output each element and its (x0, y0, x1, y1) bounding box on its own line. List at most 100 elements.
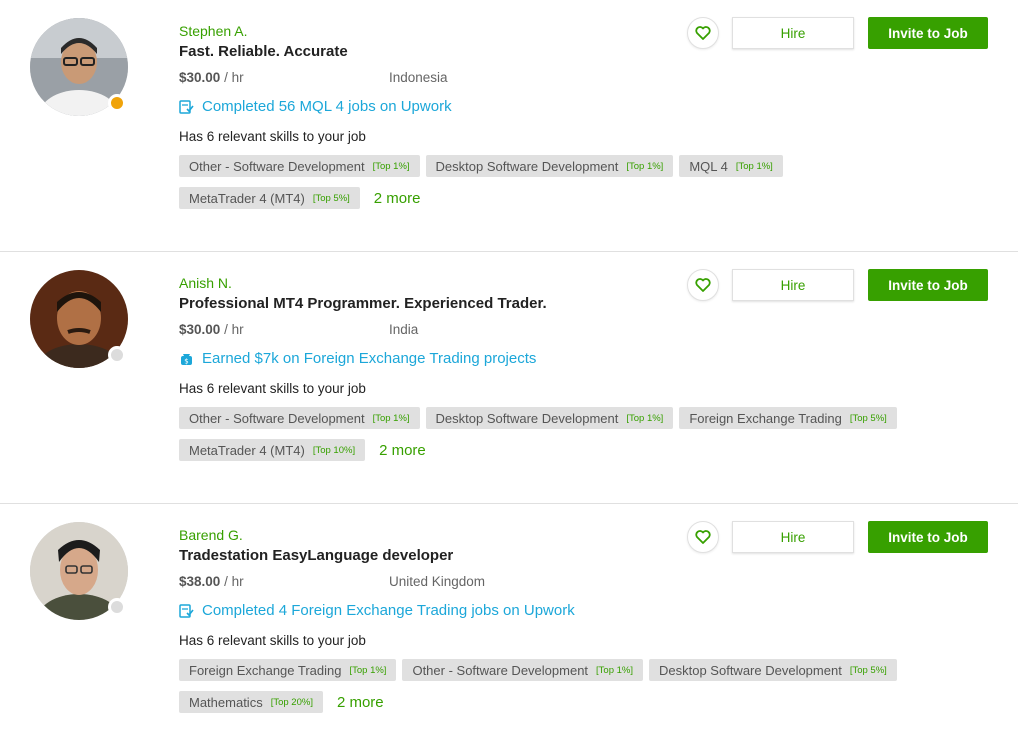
more-skills-link[interactable]: 2 more (374, 190, 421, 207)
skill-tag[interactable]: Desktop Software Development [Top 5%] (649, 659, 897, 681)
freelancer-country: United Kingdom (389, 574, 486, 589)
skill-label: Foreign Exchange Trading (689, 410, 842, 426)
rate-unit: / hr (224, 574, 244, 589)
freelancer-country: Indonesia (389, 70, 448, 85)
hourly-rate: $30.00 / hr (179, 322, 244, 337)
freelancer-card: Barend G. Tradestation EasyLanguage deve… (0, 504, 1018, 753)
skill-tag[interactable]: Other - Software Development [Top 1%] (179, 155, 420, 177)
save-favorite-button[interactable] (687, 17, 719, 49)
skill-tag[interactable]: MetaTrader 4 (MT4) [Top 10%] (179, 439, 366, 461)
skills-count: 6 relevant skills (206, 129, 300, 144)
more-skills-link[interactable]: 2 more (379, 442, 426, 459)
skill-tag[interactable]: Other - Software Development [Top 1%] (179, 407, 420, 429)
freelancer-title: Tradestation EasyLanguage developer (179, 547, 454, 564)
freelancer-title: Professional MT4 Programmer. Experienced… (179, 295, 547, 312)
status-indicator (108, 598, 126, 616)
skill-rank: [Top 5%] (849, 664, 887, 676)
heart-icon (695, 530, 711, 544)
svg-text:$: $ (184, 358, 188, 366)
skill-tags: Foreign Exchange Trading [Top 1%] Other -… (179, 659, 979, 723)
achievement[interactable]: Completed 4 Foreign Exchange Trading job… (179, 602, 575, 619)
skill-rank: [Top 1%] (349, 664, 387, 676)
invite-to-job-button[interactable]: Invite to Job (868, 17, 988, 49)
skill-label: Other - Software Development (189, 410, 365, 426)
skill-rank: [Top 5%] (312, 192, 350, 204)
hire-button[interactable]: Hire (732, 521, 854, 553)
skill-label: Other - Software Development (412, 662, 589, 678)
skill-tag[interactable]: Desktop Software Development [Top 1%] (425, 407, 674, 429)
hourly-rate: $38.00 / hr (179, 574, 244, 589)
freelancer-name[interactable]: Anish N. (179, 275, 232, 291)
heart-icon (695, 26, 711, 40)
skill-label: Desktop Software Development (659, 662, 842, 678)
more-skills-link[interactable]: 2 more (337, 694, 384, 711)
rate-value: $30.00 (179, 70, 221, 85)
skills-prefix: Has (179, 129, 207, 144)
skill-rank: [Top 5%] (849, 412, 887, 424)
skills-suffix: to your job (299, 633, 366, 648)
save-favorite-button[interactable] (687, 521, 719, 553)
skill-rank: [Top 1%] (596, 664, 633, 676)
skill-tags: Other - Software Development [Top 1%] Des… (179, 407, 979, 471)
hire-button[interactable]: Hire (732, 17, 854, 49)
save-favorite-button[interactable] (687, 269, 719, 301)
skill-label: Foreign Exchange Trading (189, 662, 342, 678)
skill-tags: Other - Software Development [Top 1%] Des… (179, 155, 979, 219)
relevant-skills: Has 6 relevant skills to your job (179, 633, 366, 648)
avatar[interactable] (30, 522, 128, 620)
rate-unit: / hr (224, 322, 244, 337)
skill-rank: [Top 1%] (372, 160, 410, 172)
skill-tag[interactable]: MQL 4 [Top 1%] (679, 155, 783, 177)
skill-rank: [Top 1%] (372, 412, 410, 424)
heart-icon (695, 278, 711, 292)
rate-unit: / hr (224, 70, 244, 85)
invite-to-job-button[interactable]: Invite to Job (868, 521, 988, 553)
skill-tag[interactable]: Other - Software Development [Top 1%] (402, 659, 643, 681)
freelancer-name[interactable]: Stephen A. (179, 23, 248, 39)
skill-label: Desktop Software Development (435, 158, 619, 174)
skill-tag[interactable]: Mathematics [Top 20%] (179, 691, 323, 713)
skill-tag[interactable]: Desktop Software Development [Top 1%] (425, 155, 674, 177)
freelancer-card: Stephen A. Fast. Reliable. Accurate $30.… (0, 0, 1018, 252)
hourly-rate: $30.00 / hr (179, 70, 244, 85)
skill-rank: [Top 1%] (626, 160, 664, 172)
achievement-text: Completed 56 MQL 4 jobs on Upwork (202, 98, 452, 115)
avatar[interactable] (30, 270, 128, 368)
freelancer-card: Anish N. Professional MT4 Programmer. Ex… (0, 252, 1018, 504)
skill-tag[interactable]: MetaTrader 4 (MT4) [Top 5%] (179, 187, 360, 209)
rate-value: $30.00 (179, 322, 221, 337)
skill-tag[interactable]: Foreign Exchange Trading [Top 1%] (179, 659, 397, 681)
skill-tag[interactable]: Foreign Exchange Trading [Top 5%] (679, 407, 897, 429)
skills-count: 6 relevant skills (206, 381, 300, 396)
achievement-text: Earned $7k on Foreign Exchange Trading p… (202, 350, 537, 367)
completed-jobs-icon (179, 100, 194, 114)
skills-count: 6 relevant skills (206, 633, 300, 648)
freelancer-title: Fast. Reliable. Accurate (179, 43, 348, 60)
skills-suffix: to your job (299, 129, 366, 144)
skill-label: Desktop Software Development (435, 410, 619, 426)
earnings-icon: $ (181, 354, 192, 366)
skill-label: MetaTrader 4 (MT4) (189, 442, 305, 458)
skill-rank: [Top 1%] (626, 412, 664, 424)
skills-suffix: to your job (299, 381, 366, 396)
invite-to-job-button[interactable]: Invite to Job (868, 269, 988, 301)
skill-label: Other - Software Development (189, 158, 365, 174)
relevant-skills: Has 6 relevant skills to your job (179, 129, 366, 144)
skill-label: MetaTrader 4 (MT4) (189, 190, 305, 206)
completed-jobs-icon (179, 604, 194, 618)
avatar[interactable] (30, 18, 128, 116)
rate-value: $38.00 (179, 574, 221, 589)
skills-prefix: Has (179, 633, 207, 648)
status-indicator (108, 94, 126, 112)
skill-rank: [Top 1%] (735, 160, 773, 172)
hire-button[interactable]: Hire (732, 269, 854, 301)
freelancer-name[interactable]: Barend G. (179, 527, 243, 543)
freelancer-country: India (389, 322, 419, 337)
skills-prefix: Has (179, 381, 207, 396)
achievement[interactable]: $ Earned $7k on Foreign Exchange Trading… (179, 350, 536, 367)
achievement-text: Completed 4 Foreign Exchange Trading job… (202, 602, 575, 619)
skill-rank: [Top 20%] (270, 696, 313, 708)
skill-label: Mathematics (189, 694, 263, 710)
skill-rank: [Top 10%] (312, 444, 356, 456)
achievement[interactable]: Completed 56 MQL 4 jobs on Upwork (179, 98, 452, 115)
